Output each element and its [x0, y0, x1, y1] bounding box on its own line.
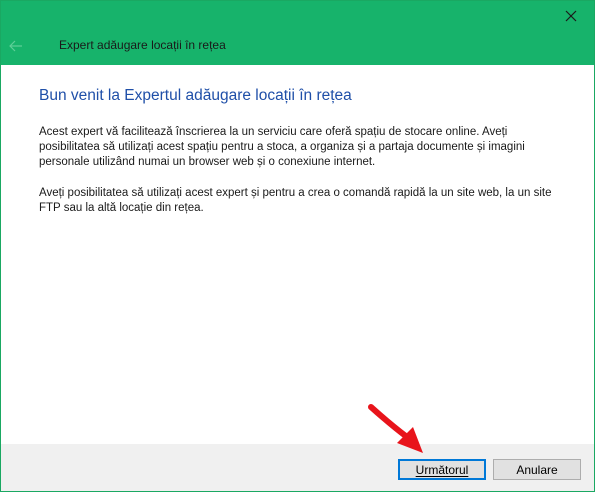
cancel-button-label: Anulare	[516, 462, 558, 477]
cancel-button[interactable]: Anulare	[493, 459, 581, 480]
close-icon	[565, 10, 577, 22]
next-button-label: Următorul	[415, 462, 469, 477]
wizard-title: Expert adăugare locații în rețea	[59, 38, 226, 52]
shortcut-paragraph: Aveți posibilitatea să utilizați acest e…	[39, 187, 552, 214]
close-button[interactable]	[548, 1, 594, 31]
intro-paragraph: Acest expert vă facilitează înscrierea l…	[39, 126, 525, 168]
back-arrow-icon	[9, 40, 22, 52]
title-bar: Expert adăugare locații în rețea	[1, 1, 594, 65]
button-bar: Următorul Anulare	[1, 444, 594, 491]
next-button[interactable]: Următorul	[398, 459, 486, 480]
welcome-heading: Bun venit la Expertul adăugare locații î…	[39, 87, 352, 104]
wizard-content: Bun venit la Expertul adăugare locații î…	[1, 65, 594, 444]
wizard-window: Expert adăugare locații în rețea Bun ven…	[0, 0, 595, 492]
back-button[interactable]	[3, 33, 29, 59]
